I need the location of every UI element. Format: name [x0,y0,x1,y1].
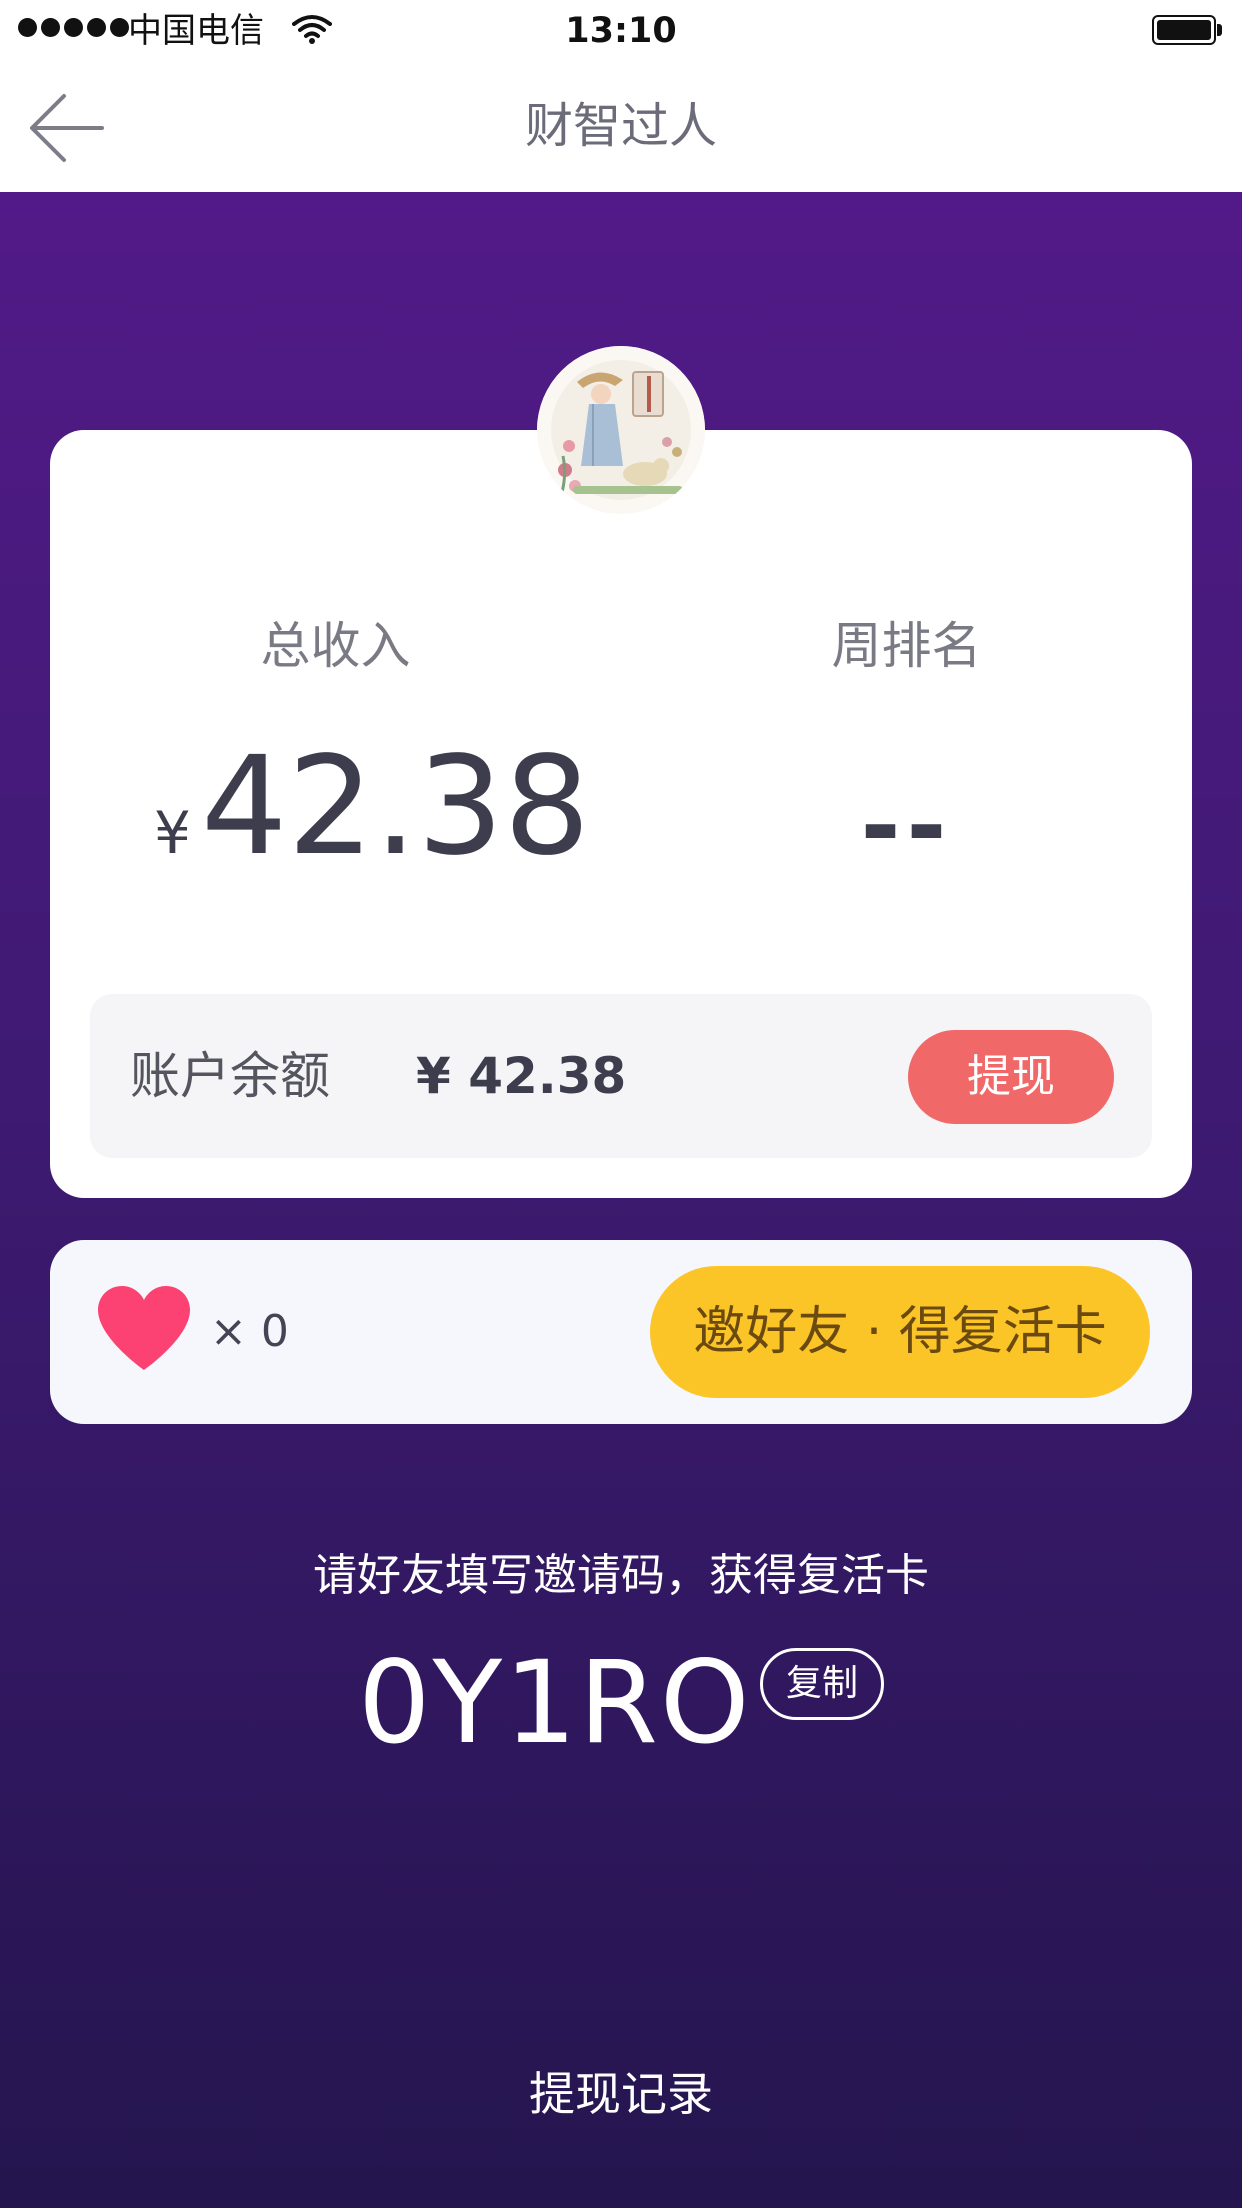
battery-icon [1152,15,1222,45]
status-time: 13:10 [565,11,677,51]
earnings-card: 总收入 周排名 ¥ 42.38 -- 账户余额 ¥ 42.38 提现 [50,430,1192,1198]
status-bar: 中国电信 13:10 [0,0,1242,62]
navigation-bar: 财智过人 [0,62,1242,192]
avatar[interactable] [537,346,705,514]
revive-card-panel: × 0 邀好友 · 得复活卡 [50,1240,1192,1424]
balance-label: 账户余额 [130,1047,330,1105]
revive-card-count: × 0 [210,1306,289,1357]
income-amount: 42.38 [200,728,591,886]
total-income-label: 总收入 [260,617,411,675]
weekly-rank-label: 周排名 [831,617,982,675]
avatar-illustration [537,346,705,514]
invite-code-hint: 请好友填写邀请码，获得复活卡 [313,1550,929,1601]
withdraw-button[interactable]: 提现 [908,1030,1114,1124]
invite-friends-button[interactable]: 邀好友 · 得复活卡 [650,1266,1150,1398]
copy-button[interactable]: 复制 [760,1648,884,1720]
withdraw-history-link[interactable]: 提现记录 [0,2064,1242,2124]
invite-code: 0Y1RO [358,1636,752,1769]
balance-value: ¥ 42.38 [416,1047,627,1105]
screen: 中国电信 13:10 财智过人 总收入 周排名 ¥ 42.38 -- 账户余额 … [0,0,1242,2208]
account-balance-box: 账户余额 ¥ 42.38 提现 [90,994,1152,1158]
currency-symbol: ¥ [154,799,191,867]
total-income-value: ¥ 42.38 [154,728,591,886]
page-title: 财智过人 [524,98,717,154]
weekly-rank-value: -- [860,770,953,882]
heart-icon [98,1286,190,1370]
